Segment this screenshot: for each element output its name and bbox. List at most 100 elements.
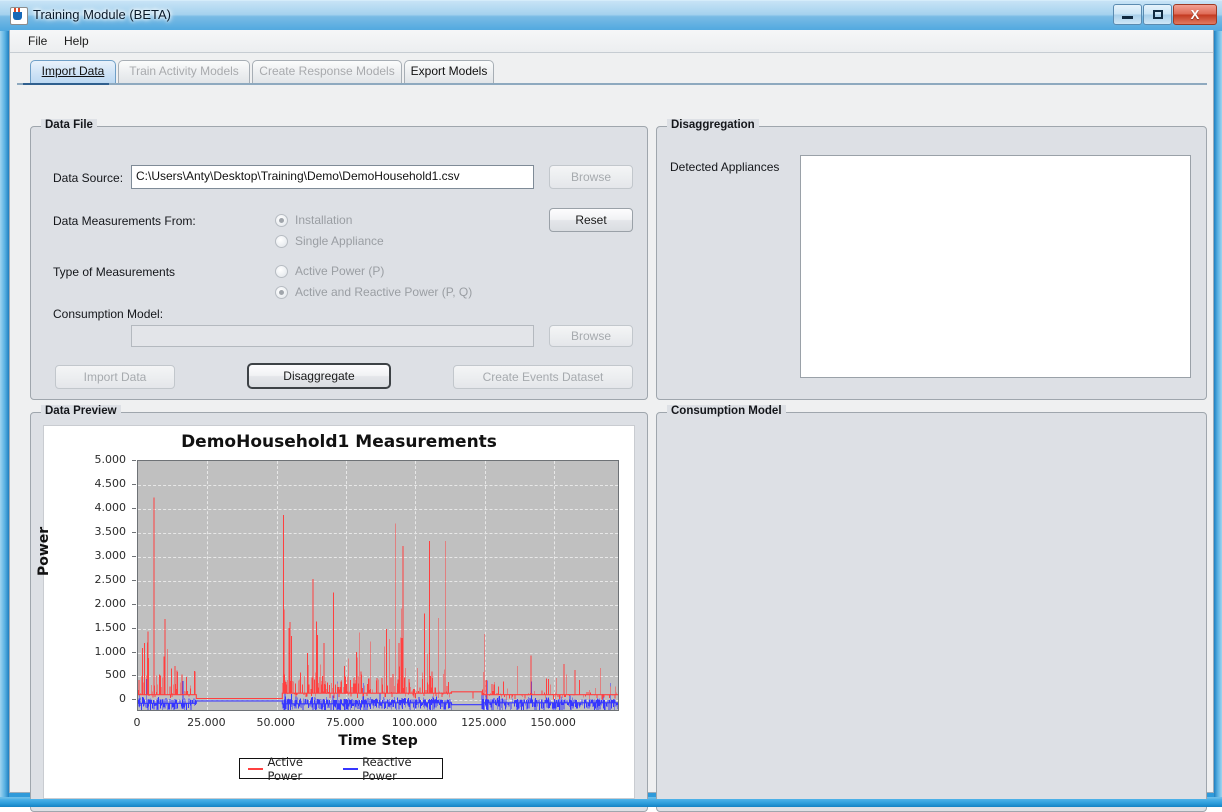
radio-single-appliance-label: Single Appliance [295,234,384,248]
data-preview-group: Data Preview DemoHousehold1 Measurements… [30,405,648,812]
chart-series-layer [138,497,618,710]
disaggregation-group-title: Disaggregation [667,119,759,131]
close-button[interactable]: X [1173,4,1217,25]
chart-y-tick-mark [132,699,136,701]
tab-import-data-label: Import Data [41,64,105,78]
chart-y-tick-mark [132,483,136,485]
import-data-button[interactable]: Import Data [55,365,175,389]
detected-appliances-label: Detected Appliances [670,160,780,174]
maximize-button[interactable] [1143,4,1172,25]
radio-installation-label: Installation [295,213,353,227]
consumption-model-label: Consumption Model: [53,307,164,321]
tab-export-models[interactable]: Export Models [404,60,494,83]
chart-y-tick-label: 4.500 [94,476,127,490]
tab-export-models-label: Export Models [410,64,488,78]
chart-x-tick-label: 75.000 [325,716,365,729]
tab-selected-indicator [23,83,109,85]
chart-y-tick-mark [132,651,136,653]
tab-strip-divider [17,83,1207,85]
chart-title: DemoHousehold1 Measurements [181,432,497,452]
chart-x-tick-label: 100.000 [391,716,438,729]
browse-consumption-model-button[interactable]: Browse [549,325,633,347]
close-icon: X [1190,7,1200,22]
radio-installation-dot [279,218,284,223]
radio-installation[interactable] [275,214,288,227]
reset-button[interactable]: Reset [549,208,633,232]
chart-y-tick-label: 1.000 [94,644,127,658]
taskbar-strip [0,799,1222,807]
data-preview-group-title: Data Preview [41,405,121,417]
data-source-label: Data Source: [53,171,124,185]
window-title: Training Module (BETA) [33,7,171,22]
minimize-button[interactable] [1113,4,1142,25]
chart-x-tick-label: 125.000 [461,716,507,729]
disaggregate-button[interactable]: Disaggregate [247,363,391,389]
disaggregation-group: Disaggregation Detected Appliances [656,119,1207,400]
java-coffee-cup-icon [10,7,28,25]
chart-y-tick-label: 1.500 [94,620,127,634]
window-frame-left [0,0,9,807]
chart-x-tick-label: 25.000 [187,716,226,729]
menu-item-help[interactable]: Help [58,33,95,49]
chart-legend-swatch [342,767,359,770]
radio-active-reactive-power[interactable] [275,286,288,299]
chart-y-tick-mark [132,675,136,677]
client-area: File Help Import Data Train Activity Mod… [9,30,1214,812]
chart-y-tick-mark [132,555,136,557]
chart-y-tick-label: 3.500 [94,524,127,538]
type-of-measurements-label: Type of Measurements [53,265,176,279]
consumption-model-group: Consumption Model [656,405,1207,812]
window-frame-right [1214,0,1222,807]
chart-legend-swatch [248,767,264,770]
chart-y-tick-label: 2.000 [94,596,127,610]
chart-legend-entry: Reactive Power [342,754,442,783]
tab-create-response-models[interactable]: Create Response Models [252,60,402,83]
chart-y-tick-mark [132,579,136,581]
menu-item-file[interactable]: File [22,33,53,49]
chart-y-tick-mark [132,603,136,605]
chart-legend: Active Power Reactive Power [239,755,443,783]
chart-y-tick-label: 3.000 [94,548,127,562]
radio-active-reactive-power-dot [279,290,284,295]
data-measurements-from-label: Data Measurements From: [53,214,196,228]
chart-x-axis-label: Time Step [338,733,418,749]
chart-y-axis-label: Power [36,526,52,576]
data-file-group: Data File Data Source: C:\Users\Anty\Des… [30,119,648,400]
radio-active-power-label: Active Power (P) [295,264,385,278]
chart-plot-area [137,460,619,711]
radio-active-power[interactable] [275,265,288,278]
chart-y-tick-label: 500 [105,668,126,682]
chart-y-tick-mark [132,531,136,533]
chart-y-tick-label: 2.500 [94,572,127,586]
detected-appliances-list[interactable] [800,155,1191,378]
radio-single-appliance[interactable] [275,235,288,248]
tab-train-activity-models[interactable]: Train Activity Models [118,60,250,83]
tab-create-response-models-label: Create Response Models [259,64,395,78]
chart-y-tick-mark [132,627,136,629]
tab-train-activity-models-label: Train Activity Models [129,64,239,78]
consumption-model-group-title: Consumption Model [667,405,786,417]
chart-x-tick-label: 50.000 [256,716,295,729]
series-active-power [138,497,618,700]
application-window: Training Module (BETA) X File Help Impor… [0,0,1222,812]
chart-y-tick-mark [132,460,136,461]
chart-x-tick-label: 0 [133,716,141,729]
create-events-dataset-button[interactable]: Create Events Dataset [453,365,633,389]
tab-import-data[interactable]: Import Data [30,60,116,83]
tab-strip: Import Data Train Activity Models Create… [17,60,1207,84]
consumption-model-input[interactable] [131,325,534,347]
radio-active-reactive-power-label: Active and Reactive Power (P, Q) [295,285,473,299]
chart-legend-entry: Active Power [248,755,335,783]
chart-y-tick-label: 5.000 [94,453,127,466]
browse-data-source-button[interactable]: Browse [549,165,633,189]
measurements-chart: DemoHousehold1 Measurements Power Time S… [36,425,635,799]
chart-legend-label: Active Power [267,754,304,783]
chart-x-tick-label: 150.000 [530,716,576,729]
data-file-group-title: Data File [41,119,97,131]
maximize-icon [1144,5,1171,24]
chart-legend-label: Reactive Power [362,754,412,783]
data-source-input[interactable]: C:\Users\Anty\Desktop\Training\Demo\Demo… [131,165,534,189]
chart-y-tick-label: 4.000 [94,500,127,514]
chart-y-tick-label: 0 [119,692,126,706]
menu-bar: File Help [10,30,1213,53]
